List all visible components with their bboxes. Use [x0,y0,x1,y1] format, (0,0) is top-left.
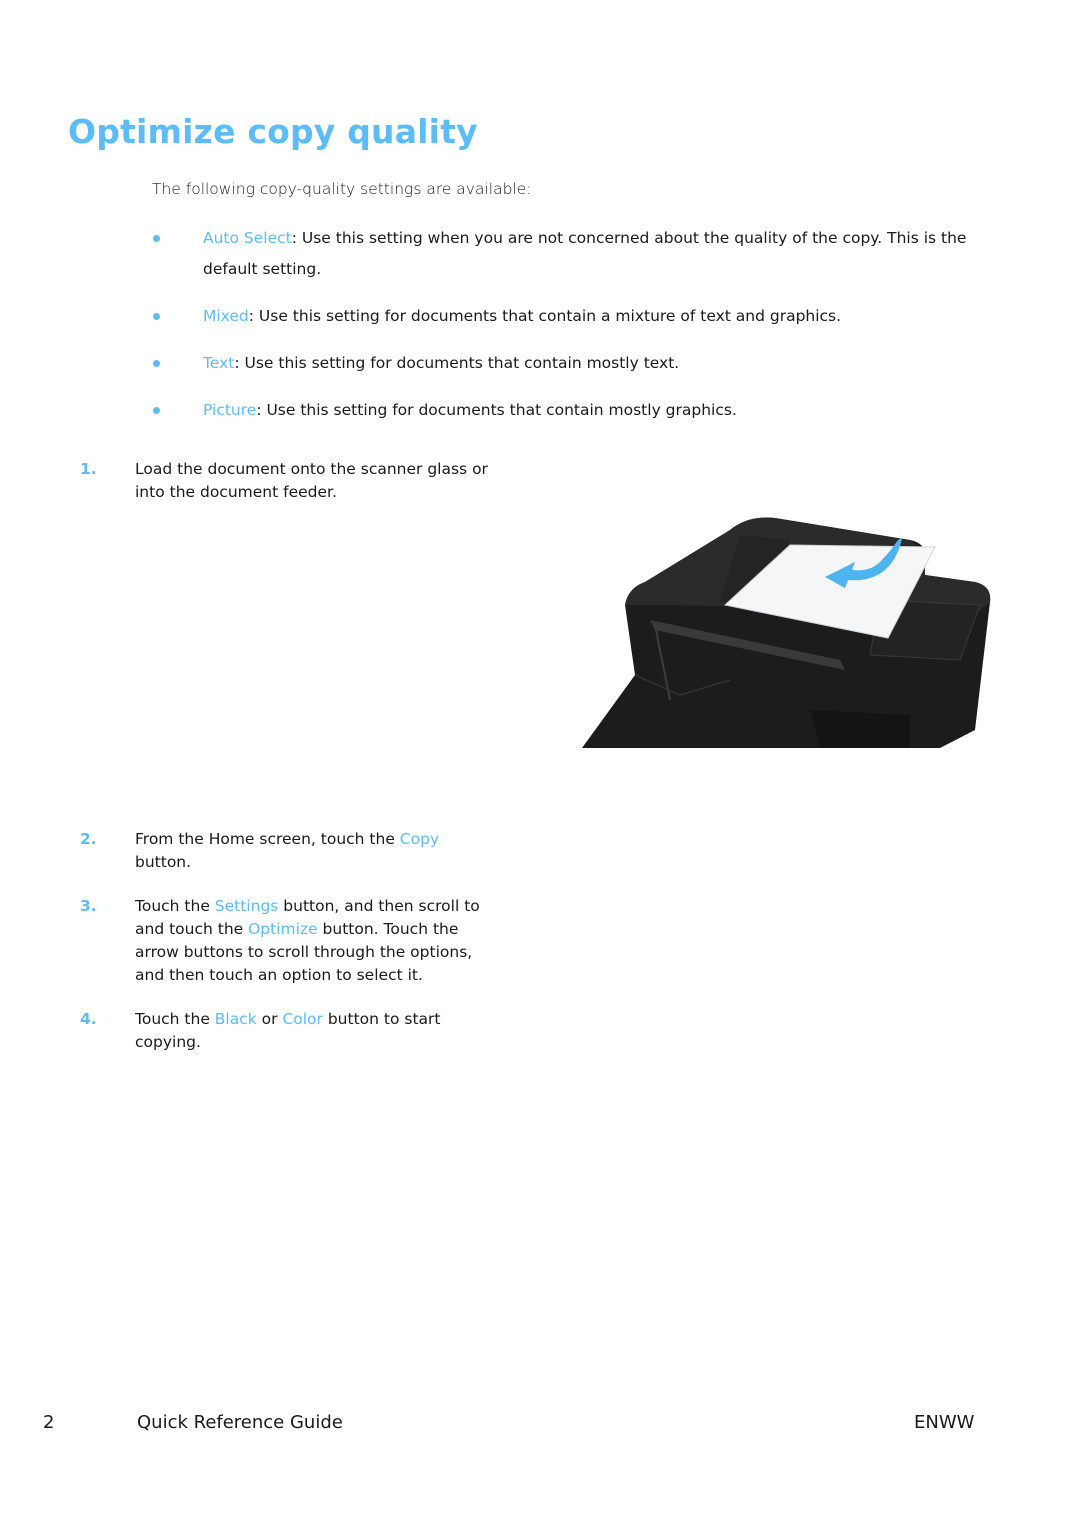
step-text-segment: From the Home screen, touch the [135,830,400,848]
step-text-segment: or [256,1010,283,1028]
setting-item-text: Text: Use this setting for documents tha… [152,348,972,379]
setting-item-picture: Picture: Use this setting for documents … [152,395,972,426]
ui-button-reference: Black [214,1010,257,1028]
step-text-segment: Load the document onto the scanner glass… [135,460,488,501]
ui-button-reference: Optimize [248,920,318,938]
setting-description: : Use this setting when you are not conc… [203,229,967,278]
step-number: 3. [80,897,97,915]
step-text: From the Home screen, touch the Copy but… [135,828,490,874]
step-text: Touch the Settings button, and then scro… [135,895,490,987]
guide-title: Quick Reference Guide [137,1412,343,1433]
step-text-segment: Touch the [135,1010,215,1028]
page-number: 2 [43,1412,55,1433]
setting-name: Text [203,354,235,372]
bullet-icon [153,360,160,367]
setting-description: : Use this setting for documents that co… [256,401,737,419]
setting-name: Auto Select [203,229,292,247]
locale-code: ENWW [914,1412,975,1433]
setting-item-mixed: Mixed: Use this setting for documents th… [152,301,972,332]
setting-description: : Use this setting for documents that co… [234,354,680,372]
page-title: Optimize copy quality [68,112,478,151]
ui-button-reference: Color [282,1010,323,1028]
bullet-icon [153,235,160,242]
ui-button-reference: Settings [214,897,279,915]
step-2: 2. From the Home screen, touch the Copy … [80,828,490,874]
step-number: 1. [80,460,97,478]
printer-document-feeder-illustration [582,517,991,748]
step-text: Load the document onto the scanner glass… [135,458,490,504]
step-text: Touch the Black or Color button to start… [135,1008,490,1054]
setting-item-auto-select: Auto Select: Use this setting when you a… [152,223,972,285]
step-number: 4. [80,1010,97,1028]
setting-description: : Use this setting for documents that co… [248,307,842,325]
step-3: 3. Touch the Settings button, and then s… [80,895,490,987]
step-4: 4. Touch the Black or Color button to st… [80,1008,490,1054]
bullet-icon [153,313,160,320]
step-text-segment: Touch the [135,897,215,915]
setting-name: Picture [203,401,257,419]
step-number: 2. [80,830,97,848]
ui-button-reference: Copy [399,830,440,848]
bullet-icon [153,407,160,414]
intro-text: The following copy-quality settings are … [152,180,532,198]
setting-name: Mixed [203,307,249,325]
step-text-segment: button. [135,853,192,871]
step-1: 1. Load the document onto the scanner gl… [80,458,490,504]
